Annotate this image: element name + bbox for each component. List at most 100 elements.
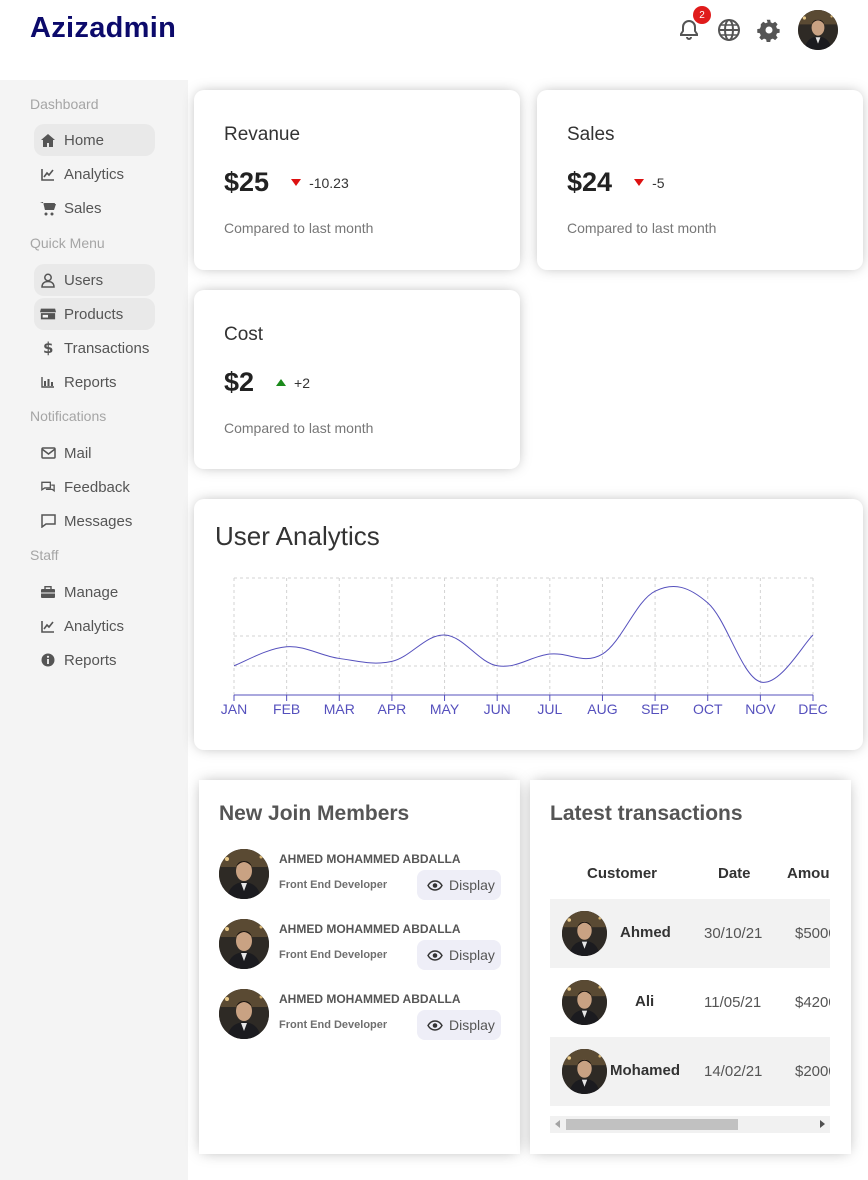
sidebar-item-label: Transactions xyxy=(64,339,150,357)
featured-sub: Compared to last month xyxy=(224,220,374,236)
scroll-left-icon[interactable] xyxy=(555,1120,560,1128)
sidebar-item-manage[interactable]: Manage xyxy=(34,576,155,608)
menu-title: Dashboard xyxy=(30,96,99,112)
display-button[interactable]: Display xyxy=(417,1010,501,1040)
sidebar-item-analytics[interactable]: Analytics xyxy=(34,158,155,190)
featured-amount: $25 xyxy=(224,167,270,197)
transactions-table-viewport[interactable]: Customer Date Amount Ahmed 30/10/21 $500… xyxy=(550,855,830,1120)
member-name: AHMED MOHAMMED ABDALLA xyxy=(279,922,461,936)
settings-button[interactable] xyxy=(756,17,782,43)
table-row: Ahmed 30/10/21 $5000 xyxy=(550,899,830,968)
member-avatar xyxy=(219,919,269,969)
sidebar-item-transactions[interactable]: $ Transactions xyxy=(34,332,155,364)
sidebar-item-label: Feedback xyxy=(64,478,130,496)
member-job: Front End Developer xyxy=(279,879,388,891)
store-icon xyxy=(40,306,56,322)
sidebar-item-messages[interactable]: Messages xyxy=(34,505,155,537)
sidebar-item-staff-analytics[interactable]: Analytics xyxy=(34,610,155,642)
display-button[interactable]: Display xyxy=(417,940,501,970)
transaction-date: 14/02/21 xyxy=(704,1063,763,1080)
sidebar-item-feedback[interactable]: Feedback xyxy=(34,471,155,503)
dollar-icon: $ xyxy=(40,340,56,356)
sidebar-item-label: Products xyxy=(64,305,124,323)
sidebar-menu-staff: Staff Manage Analytics Reports xyxy=(0,545,155,676)
home-icon xyxy=(40,132,56,148)
sidebar-item-mail[interactable]: Mail xyxy=(34,437,155,469)
scrollbar-thumb[interactable] xyxy=(566,1119,738,1130)
horizontal-scrollbar[interactable] xyxy=(550,1116,830,1133)
scroll-right-icon[interactable] xyxy=(820,1120,825,1128)
customer-name: Mohamed xyxy=(610,1062,681,1079)
sidebar-menu-dashboard: Dashboard Home Analytics Sales xyxy=(0,94,155,224)
cart-icon xyxy=(40,200,56,216)
info-icon xyxy=(40,652,56,668)
sidebar-item-staff-reports[interactable]: Reports xyxy=(34,644,155,676)
arrow-up-icon xyxy=(276,379,287,386)
table-header: Customer Date Amount xyxy=(550,855,830,895)
notifications-button[interactable]: 2 xyxy=(676,6,711,43)
sidebar-item-label: Home xyxy=(64,131,105,149)
app-logo[interactable]: Azizadmin xyxy=(30,12,176,45)
featured-money: $2 +2 xyxy=(224,367,310,398)
message-icon xyxy=(40,513,56,529)
bar-chart-icon xyxy=(40,374,56,390)
sidebar-item-users[interactable]: Users xyxy=(34,264,155,296)
customer-avatar xyxy=(562,980,607,1025)
member-name: AHMED MOHAMMED ABDALLA xyxy=(279,992,461,1006)
data-point xyxy=(706,601,710,605)
sidebar-item-label: Reports xyxy=(64,373,117,391)
x-tick-label: JAN xyxy=(221,701,247,717)
x-tick-label: JUL xyxy=(537,701,562,717)
sidebar-item-label: Reports xyxy=(64,651,117,669)
arrow-down-icon xyxy=(634,179,645,186)
sidebar-item-sales[interactable]: Sales xyxy=(34,192,155,224)
featured-rate-value: +2 xyxy=(294,374,311,391)
sidebar-item-products[interactable]: Products xyxy=(34,298,155,330)
topbar-icons: 2 xyxy=(676,6,838,50)
customer-avatar xyxy=(562,1049,607,1094)
sidebar-item-reports[interactable]: Reports xyxy=(34,366,155,398)
display-button[interactable]: Display xyxy=(417,870,501,900)
featured-rate-value: -10.23 xyxy=(309,174,349,191)
column-header-date: Date xyxy=(718,865,751,882)
eye-icon xyxy=(427,879,443,891)
featured-sub: Compared to last month xyxy=(567,220,717,236)
data-point xyxy=(653,589,657,593)
line-chart: JAN FEB MAR APR MAY JUN JUL AUG SEP OCT NOV DEC xyxy=(221,577,828,717)
member-item: AHMED MOHAMMED ABDALLA Front End Develop… xyxy=(219,919,501,971)
featured-title: Revanue xyxy=(224,124,301,145)
x-tick-label: SEP xyxy=(641,701,669,717)
member-avatar xyxy=(219,989,269,1039)
user-icon xyxy=(40,272,56,288)
sidebar-item-label: Analytics xyxy=(64,617,125,635)
svg-text:$: $ xyxy=(43,340,53,356)
arrow-down-icon xyxy=(291,179,302,186)
sidebar-item-label: Manage xyxy=(64,583,119,601)
language-button[interactable] xyxy=(716,17,742,43)
data-point xyxy=(548,652,552,656)
sidebar-item-home[interactable]: Home xyxy=(34,124,155,156)
feedback-icon xyxy=(40,479,56,495)
featured-amount: $24 xyxy=(567,167,613,197)
x-tick-label: FEB xyxy=(273,701,300,717)
featured-title: Sales xyxy=(567,124,615,145)
widget-title: New Join Members xyxy=(219,802,410,825)
line-chart-icon xyxy=(40,618,56,634)
transaction-amount: $4200 xyxy=(795,994,830,1011)
transactions-widget: Latest transactions Customer Date Amount… xyxy=(530,780,851,1154)
x-tick-label: NOV xyxy=(745,701,776,717)
new-members-widget: New Join Members AHMED MOHAMMED ABDALLA … xyxy=(199,780,520,1154)
featured-money: $24 -5 xyxy=(567,167,665,198)
sidebar-item-label: Analytics xyxy=(64,165,125,183)
x-tick-label: MAY xyxy=(430,701,460,717)
data-point xyxy=(285,645,289,649)
data-point xyxy=(600,652,604,656)
user-avatar[interactable] xyxy=(798,10,838,50)
featured-rate: -5 xyxy=(634,175,665,191)
featured-item-sales: Sales $24 -5 Compared to last month xyxy=(537,90,863,270)
data-point xyxy=(495,664,499,668)
eye-icon xyxy=(427,1019,443,1031)
sidebar-item-label: Messages xyxy=(64,512,133,530)
menu-title: Staff xyxy=(30,547,59,563)
column-header-amount: Amount xyxy=(787,865,830,882)
